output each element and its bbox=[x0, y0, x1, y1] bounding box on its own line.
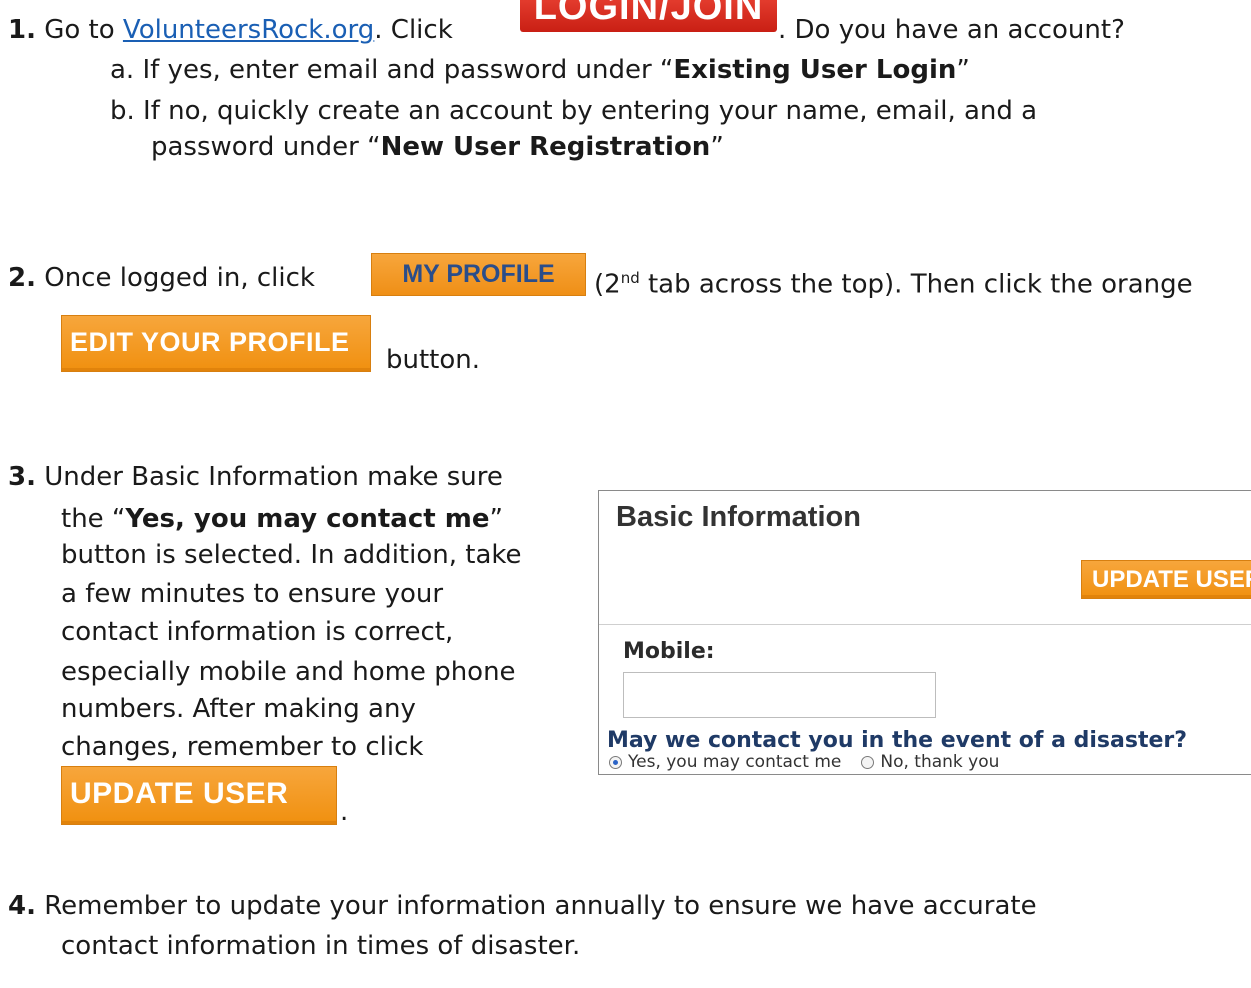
note-text: tab across the top). Then click the oran… bbox=[639, 269, 1193, 300]
sub-text: password under “ bbox=[151, 132, 381, 162]
step-text: Remember to update your information annu… bbox=[44, 891, 1037, 921]
step-3-line4: a few minutes to ensure your bbox=[61, 579, 444, 609]
step-3-line2: the “Yes, you may contact me” bbox=[61, 503, 503, 535]
step-4-line1: 4. Remember to update your information a… bbox=[8, 890, 1037, 922]
radio-no-label: No, thank you bbox=[880, 752, 1000, 772]
radio-yes-option[interactable]: Yes, you may contact me bbox=[609, 752, 841, 772]
new-user-registration-label: New User Registration bbox=[380, 132, 711, 162]
radio-yes-label: Yes, you may contact me bbox=[628, 752, 842, 772]
login-join-button[interactable]: LOGIN/JOIN bbox=[520, 0, 777, 32]
note-text: (2 bbox=[594, 269, 621, 300]
step-4-line2: contact information in times of disaster… bbox=[61, 931, 581, 961]
panel-update-user-info-button[interactable]: UPDATE USER IN bbox=[1081, 560, 1251, 631]
step-3-line7: numbers. After making any bbox=[61, 694, 416, 724]
edit-your-profile-button[interactable]: EDIT YOUR PROFILE bbox=[61, 315, 371, 372]
step-1a: a. If yes, enter email and password unde… bbox=[110, 54, 970, 86]
radio-yes[interactable] bbox=[609, 755, 622, 769]
radio-no[interactable] bbox=[861, 755, 875, 769]
volunteersrock-link[interactable]: VolunteersRock.org bbox=[123, 15, 374, 45]
basic-information-panel: Basic Information UPDATE USER IN Mobile:… bbox=[598, 490, 1251, 775]
step-text: . Click bbox=[374, 15, 453, 45]
login-join-label: LOGIN/JOIN bbox=[533, 0, 764, 28]
sub-text: If no, quickly create an account by ente… bbox=[143, 96, 1038, 126]
note-sup: nd bbox=[620, 269, 640, 287]
step-1b: b. If no, quickly create an account by e… bbox=[110, 95, 1037, 127]
step-number: 3. bbox=[8, 462, 36, 492]
step-1-line: 1. Go to VolunteersRock.org. Click bbox=[8, 14, 453, 46]
step-1b-cont: password under “New User Registration” bbox=[151, 131, 724, 163]
step-3-period: . bbox=[340, 797, 349, 827]
my-profile-button[interactable]: MY PROFILE bbox=[371, 253, 586, 296]
step-3-line5: contact information is correct, bbox=[61, 617, 454, 647]
panel-divider bbox=[599, 624, 1251, 625]
step-text: ” bbox=[489, 504, 503, 534]
step-2-line: 2. Once logged in, click bbox=[8, 262, 315, 294]
step-number: 4. bbox=[8, 891, 36, 921]
contact-radio-group: Yes, you may contact me No, thank you bbox=[609, 752, 1019, 772]
sub-text: If yes, enter email and password under “ bbox=[142, 55, 674, 85]
mobile-label: Mobile: bbox=[623, 639, 715, 664]
sub-text: ” bbox=[710, 132, 724, 162]
yes-contact-label: Yes, you may contact me bbox=[125, 504, 490, 534]
step-text: Once logged in, click bbox=[44, 263, 315, 293]
mobile-input[interactable] bbox=[623, 672, 936, 718]
sub-prefix: a. bbox=[110, 55, 135, 85]
contact-question: May we contact you in the event of a dis… bbox=[607, 728, 1188, 753]
step-1-question: . Do you have an account? bbox=[778, 15, 1125, 45]
step-text: the “ bbox=[61, 504, 126, 534]
step-2-note: (2nd tab across the top). Then click the… bbox=[594, 262, 1193, 301]
step-number: 2. bbox=[8, 263, 36, 293]
step-3-line8: changes, remember to click bbox=[61, 732, 424, 762]
sub-text: ” bbox=[956, 55, 970, 85]
update-user-info-button[interactable]: UPDATE USER INFO bbox=[61, 766, 337, 864]
step-2-button-word: button. bbox=[386, 345, 481, 375]
step-text: Go to bbox=[44, 15, 123, 45]
step-3-line3: button is selected. In addition, take bbox=[61, 540, 522, 570]
radio-no-option[interactable]: No, thank you bbox=[861, 752, 999, 772]
step-3-line1: 3. Under Basic Information make sure bbox=[8, 461, 503, 493]
sub-prefix: b. bbox=[110, 96, 135, 126]
panel-title: Basic Information bbox=[616, 501, 861, 533]
step-number: 1. bbox=[8, 15, 36, 45]
existing-user-login-label: Existing User Login bbox=[673, 55, 957, 85]
step-3-line6: especially mobile and home phone bbox=[61, 657, 516, 687]
step-text: Under Basic Information make sure bbox=[44, 462, 503, 492]
